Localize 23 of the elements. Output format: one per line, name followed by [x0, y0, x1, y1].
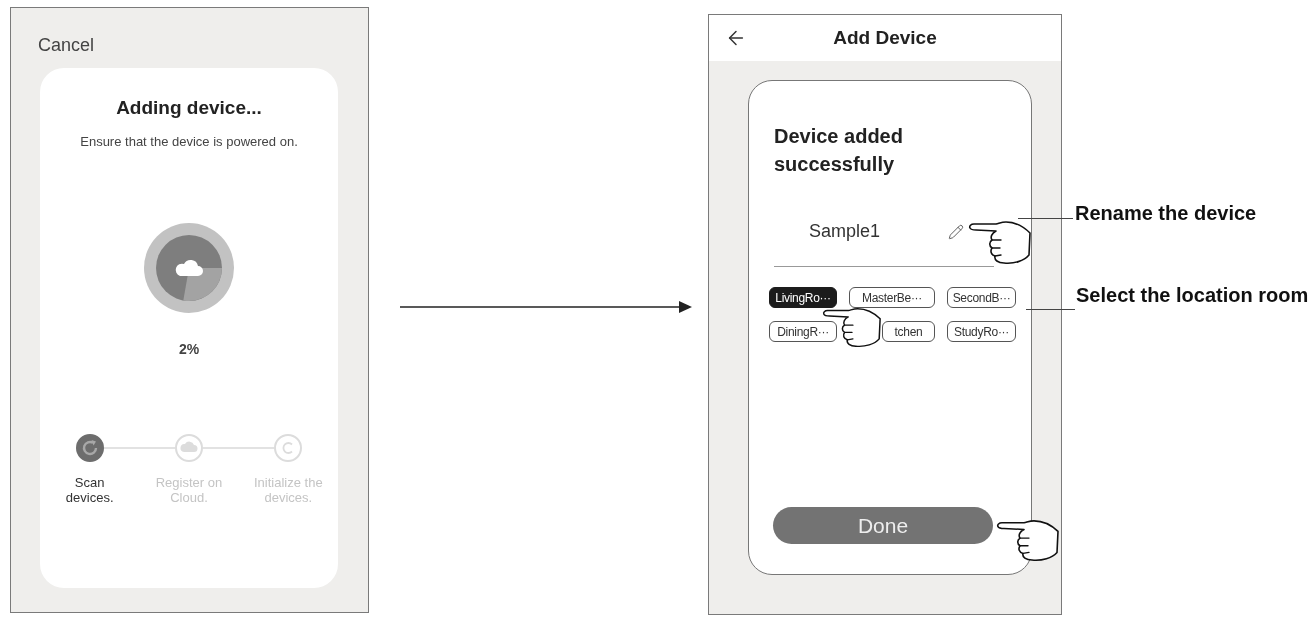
device-name-field[interactable]: Sample1 [774, 216, 964, 247]
callout-label: Select the location room [1076, 283, 1309, 307]
step-label: Initialize the devices. [253, 475, 324, 505]
room-chip[interactable]: DiningR··· [769, 321, 837, 342]
room-chip[interactable]: StudyRo··· [947, 321, 1016, 342]
step-label: Scan devices. [64, 475, 115, 505]
step-label: Register on Cloud. [154, 475, 224, 505]
dialog-title: Adding device... [116, 97, 262, 119]
callout-label: Rename the device [1075, 201, 1257, 225]
room-chip[interactable]: SecondB··· [947, 287, 1016, 308]
screen-title: Add Device [833, 25, 937, 50]
pencil-icon[interactable] [948, 223, 964, 240]
cloud-progress-ring-icon [144, 223, 234, 313]
room-chip[interactable]: MasterBe··· [849, 287, 935, 308]
cancel-button[interactable]: Cancel [38, 34, 95, 56]
done-button[interactable]: Done [773, 507, 993, 544]
leader-line [1026, 309, 1075, 310]
progress-percent: 2% [178, 341, 200, 357]
leader-line [1018, 218, 1073, 219]
dialog-subtitle: Ensure that the device is powered on. [80, 135, 298, 149]
success-heading: Device added successfully [774, 124, 904, 177]
room-chip[interactable]: tchen [882, 321, 935, 342]
room-chip[interactable]: LivingRo··· [769, 287, 837, 308]
